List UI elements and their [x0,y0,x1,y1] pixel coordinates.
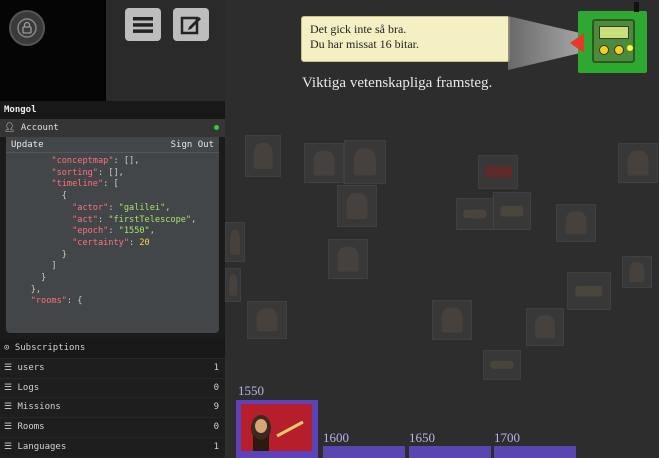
database-icon: ☰ [4,441,13,452]
picture-card[interactable] [225,222,245,262]
json-line: "epoch": "1550", [72,226,155,237]
subscription-item[interactable]: ☰ users 1 [0,358,225,379]
timeline-start-label: 1550 [238,383,264,398]
json-line: } [10,249,67,260]
subscriptions-label: Subscriptions [14,343,86,353]
status-indicator [214,125,219,130]
menu-button[interactable] [125,8,161,41]
json-editor[interactable]: Update Sign Out "conceptmap": [], "sorti… [6,137,219,333]
picture-card[interactable] [618,143,658,183]
picture-card[interactable] [478,155,518,189]
subscription-count: 0 [213,422,219,433]
picture-card[interactable] [344,140,386,184]
galilei-telescope-image [241,404,312,451]
user-icon: 👤︎ [4,123,16,133]
feedback-bubble: Det gick inte så bra. Du har missat 16 b… [301,16,510,62]
toolbar [106,0,225,101]
robot-screen [599,26,629,39]
subscription-name: users [17,362,45,373]
subscription-name: Languages [17,441,67,452]
timeline-label: 1600 [323,430,349,445]
picture-card[interactable] [456,198,494,230]
json-line: ] [10,261,57,272]
account-label: Account [20,123,59,133]
subscription-count: 9 [213,402,219,413]
subscription-item[interactable]: ☰ Missions 9 [0,398,225,419]
json-line: "conceptmap": [], [51,156,140,166]
json-toolbar: Update Sign Out [6,137,219,153]
edit-button[interactable] [173,8,209,41]
json-line: "certainty": 20 [72,237,150,248]
json-line: } [10,273,47,284]
debug-panel: Mongol 👤︎ Account Update Sign Out "conce… [0,101,225,458]
picture-card[interactable] [556,204,596,242]
json-line: "sorting": [], [51,167,124,178]
json-line: "act": "firstTelescope", [72,214,197,225]
menu-icon [133,16,153,33]
edit-icon [180,16,201,34]
subscription-item[interactable]: ☰ Logs 0 [0,378,225,399]
timeline-label: 1650 [409,430,435,445]
database-icon: ☰ [4,362,13,373]
sign-out-button[interactable]: Sign Out [171,137,214,152]
picture-card[interactable] [225,268,241,302]
subscriptions-icon: ⊙ [4,343,10,353]
picture-card[interactable] [245,135,281,177]
lock-button[interactable] [9,10,45,46]
database-icon: ☰ [4,382,13,393]
subscription-count: 1 [213,441,219,452]
picture-card[interactable] [493,192,531,230]
robot-speaker [570,33,584,53]
subscription-name: Rooms [17,422,45,433]
timeline-slot[interactable] [494,446,576,458]
robot-knob-icon [614,45,624,55]
json-line: { [10,191,67,202]
subscription-name: Missions [17,402,61,413]
picture-card[interactable] [567,272,611,310]
json-line: }, [10,284,42,295]
robot-avatar[interactable] [570,2,647,73]
picture-card[interactable] [432,300,472,340]
subscription-item[interactable]: ☰ Rooms 0 [0,418,225,438]
timeline-slot[interactable] [323,446,405,458]
timeline-label: 1700 [494,430,520,445]
picture-card[interactable] [526,308,564,346]
database-icon: ☰ [4,402,13,413]
picture-card[interactable] [483,350,521,380]
subscription-count: 1 [213,362,219,373]
feedback-line-2: Du har missat 16 bitar. [310,37,419,51]
subscription-name: Logs [17,382,40,393]
robot-antenna [634,2,639,12]
database-icon: ☰ [4,422,13,433]
subscription-item[interactable]: ☰ Languages 1 [0,437,225,458]
subscriptions-list: ⊙ Subscriptions ☰ users 1 ☰ Logs 0 ☰ Mis… [0,339,225,458]
top-left-panel [0,0,106,101]
json-content: "conceptmap": [], "sorting": [], "timeli… [6,153,219,329]
update-button[interactable]: Update [11,137,44,152]
timeline-slot[interactable] [409,446,491,458]
subscription-count: 0 [213,382,219,393]
json-line: "actor": "galilei", [72,202,171,213]
robot-face [592,19,635,63]
picture-card[interactable] [247,301,287,339]
account-row[interactable]: 👤︎ Account [0,119,225,137]
lock-icon [17,18,37,38]
picture-card[interactable] [304,143,344,183]
robot-knob-icon [599,45,609,55]
json-line: "timeline": [ [51,179,119,190]
timeline-placed-card[interactable] [236,400,318,458]
picture-card[interactable] [328,239,368,279]
json-line: "rooms": { [30,296,83,307]
picture-card[interactable] [337,185,377,227]
subscriptions-header[interactable]: ⊙ Subscriptions [0,339,225,359]
robot-led-icon [627,45,633,51]
picture-card[interactable] [622,256,652,288]
app-title: Mongol [0,101,225,119]
mission-subtitle: Viktiga vetenskapliga framsteg. [302,75,493,91]
feedback-line-1: Det gick inte så bra. [310,22,407,36]
